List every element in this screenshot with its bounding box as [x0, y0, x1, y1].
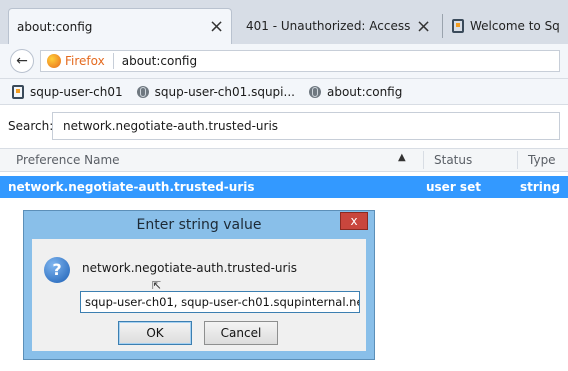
squp-icon: [452, 19, 464, 33]
dialog-message: network.negotiate-auth.trusted-uris: [82, 261, 298, 275]
column-divider[interactable]: [517, 151, 518, 169]
globe-icon: [136, 85, 149, 98]
url-text[interactable]: about:config: [122, 54, 197, 68]
back-arrow-icon: ←: [16, 53, 28, 69]
search-row: Search: network.negotiate-auth.trusted-u…: [0, 106, 568, 146]
close-tab-icon[interactable]: ×: [209, 16, 224, 37]
preferences-table-header: Preference Name ▲ Status Type: [0, 148, 568, 172]
tab-bar: about:config × 401 - Unauthorized: Acces…: [0, 0, 568, 44]
pref-type-cell: string: [520, 180, 561, 194]
column-divider[interactable]: [423, 151, 424, 169]
search-input[interactable]: network.negotiate-auth.trusted-uris: [52, 112, 560, 140]
globe-icon: [308, 85, 321, 98]
pref-status-cell: user set: [426, 180, 481, 194]
column-header-preference-name[interactable]: Preference Name: [16, 153, 120, 167]
squp-icon: [12, 84, 24, 99]
back-button[interactable]: ←: [10, 49, 34, 73]
dialog-title: Enter string value: [136, 217, 262, 233]
dialog-body: ? network.negotiate-auth.trusted-uris ⇱ …: [32, 239, 366, 351]
question-icon: ?: [44, 257, 70, 283]
tab-label: 401 - Unauthorized: Access is de: [246, 19, 412, 33]
bookmark-squp-user-ch01-squpinternal[interactable]: squp-user-ch01.squpi...: [136, 84, 295, 99]
cancel-button[interactable]: Cancel: [204, 321, 278, 345]
close-icon: x: [350, 214, 358, 228]
bookmark-label: squp-user-ch01.squpi...: [154, 84, 295, 99]
navigation-bar: ← Firefox about:config: [0, 44, 568, 79]
table-row[interactable]: network.negotiate-auth.trusted-uris user…: [0, 176, 568, 198]
tab-about-config[interactable]: about:config ×: [8, 8, 232, 44]
tab-label: about:config: [17, 19, 93, 34]
ok-button[interactable]: OK: [118, 321, 192, 345]
dialog-close-button[interactable]: x: [340, 212, 368, 230]
search-label: Search:: [8, 119, 54, 133]
pref-name-cell: network.negotiate-auth.trusted-uris: [8, 180, 255, 194]
tab-label: Welcome to Squar: [470, 19, 560, 33]
bookmark-squp-user-ch01[interactable]: squp-user-ch01: [12, 84, 123, 99]
tab-divider: [442, 14, 443, 38]
url-divider: [112, 53, 114, 69]
bookmarks-toolbar: squp-user-ch01 squp-user-ch01.squpi... a…: [0, 79, 568, 105]
tab-welcome[interactable]: Welcome to Squar: [444, 8, 568, 44]
identity-label: Firefox: [65, 54, 105, 68]
url-bar[interactable]: Firefox about:config: [40, 50, 560, 72]
tab-unauthorized[interactable]: 401 - Unauthorized: Access is de ×: [238, 8, 438, 44]
bookmark-label: about:config: [326, 84, 403, 99]
string-value-input[interactable]: squp-user-ch01, squp-user-ch01.squpinter…: [80, 291, 360, 313]
bookmark-label: squp-user-ch01: [30, 84, 123, 99]
enter-string-dialog: Enter string value x ? network.negotiate…: [23, 210, 375, 360]
bookmark-about-config[interactable]: about:config: [308, 84, 403, 99]
firefox-icon: [47, 54, 61, 68]
column-header-type[interactable]: Type: [528, 153, 556, 167]
column-header-status[interactable]: Status: [434, 153, 472, 167]
sort-ascending-icon: ▲: [398, 152, 406, 163]
close-tab-icon[interactable]: ×: [416, 16, 431, 37]
